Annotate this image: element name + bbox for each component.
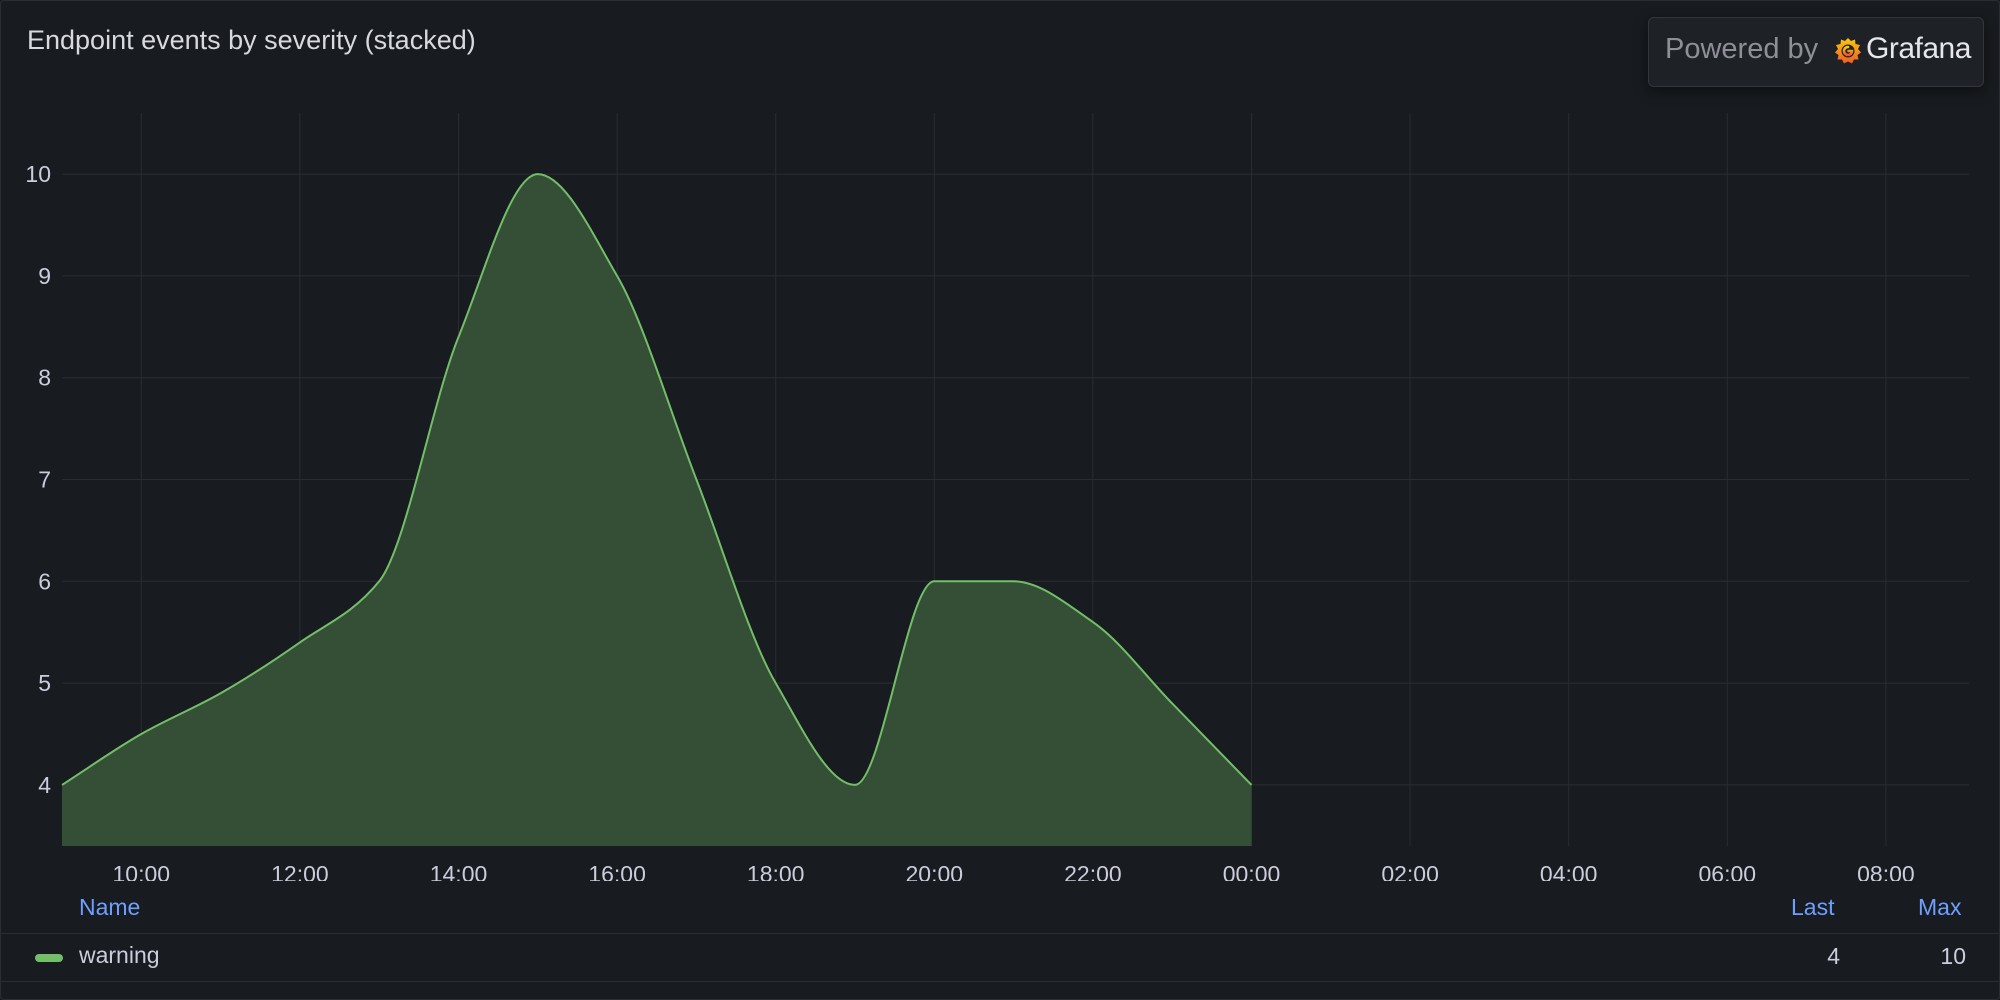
legend-series-color [35,954,63,962]
legend-header-name[interactable]: Name [79,894,140,921]
area-chart[interactable]: 4 5 6 7 8 9 10 10:00 12:00 14:00 16:00 18:00 20:00 22… [1,1,2000,881]
y-tick-label: 4 [38,772,51,798]
legend-header-max[interactable]: Max [1918,894,1961,921]
x-tick-label: 06:00 [1699,861,1757,881]
x-tick-label: 10:00 [113,861,171,881]
x-tick-label: 14:00 [430,861,488,881]
x-tick-label: 04:00 [1540,861,1598,881]
y-tick-label: 10 [25,161,51,187]
x-tick-label: 08:00 [1857,861,1915,881]
x-tick-label: 16:00 [588,861,646,881]
series-area-warning [62,174,1252,847]
y-tick-label: 9 [38,263,51,289]
x-tick-label: 00:00 [1223,861,1281,881]
y-tick-label: 5 [38,670,51,696]
x-tick-label: 22:00 [1064,861,1122,881]
legend-divider [1,933,1999,934]
x-tick-label: 12:00 [271,861,329,881]
legend-bottom-divider [1,981,1999,982]
y-tick-label: 7 [38,467,51,493]
x-tick-label: 02:00 [1381,861,1439,881]
y-tick-label: 6 [38,568,51,594]
y-tick-label: 8 [38,365,51,391]
time-series-panel: Endpoint events by severity (stacked) Po… [0,0,2000,1000]
legend-last-value: 4 [1827,943,1840,969]
x-tick-label: 18:00 [747,861,805,881]
x-tick-label: 20:00 [906,861,964,881]
legend-max-value: 10 [1940,943,1966,969]
legend-header-last[interactable]: Last [1791,894,1834,921]
legend-series-name[interactable]: warning [79,942,160,969]
